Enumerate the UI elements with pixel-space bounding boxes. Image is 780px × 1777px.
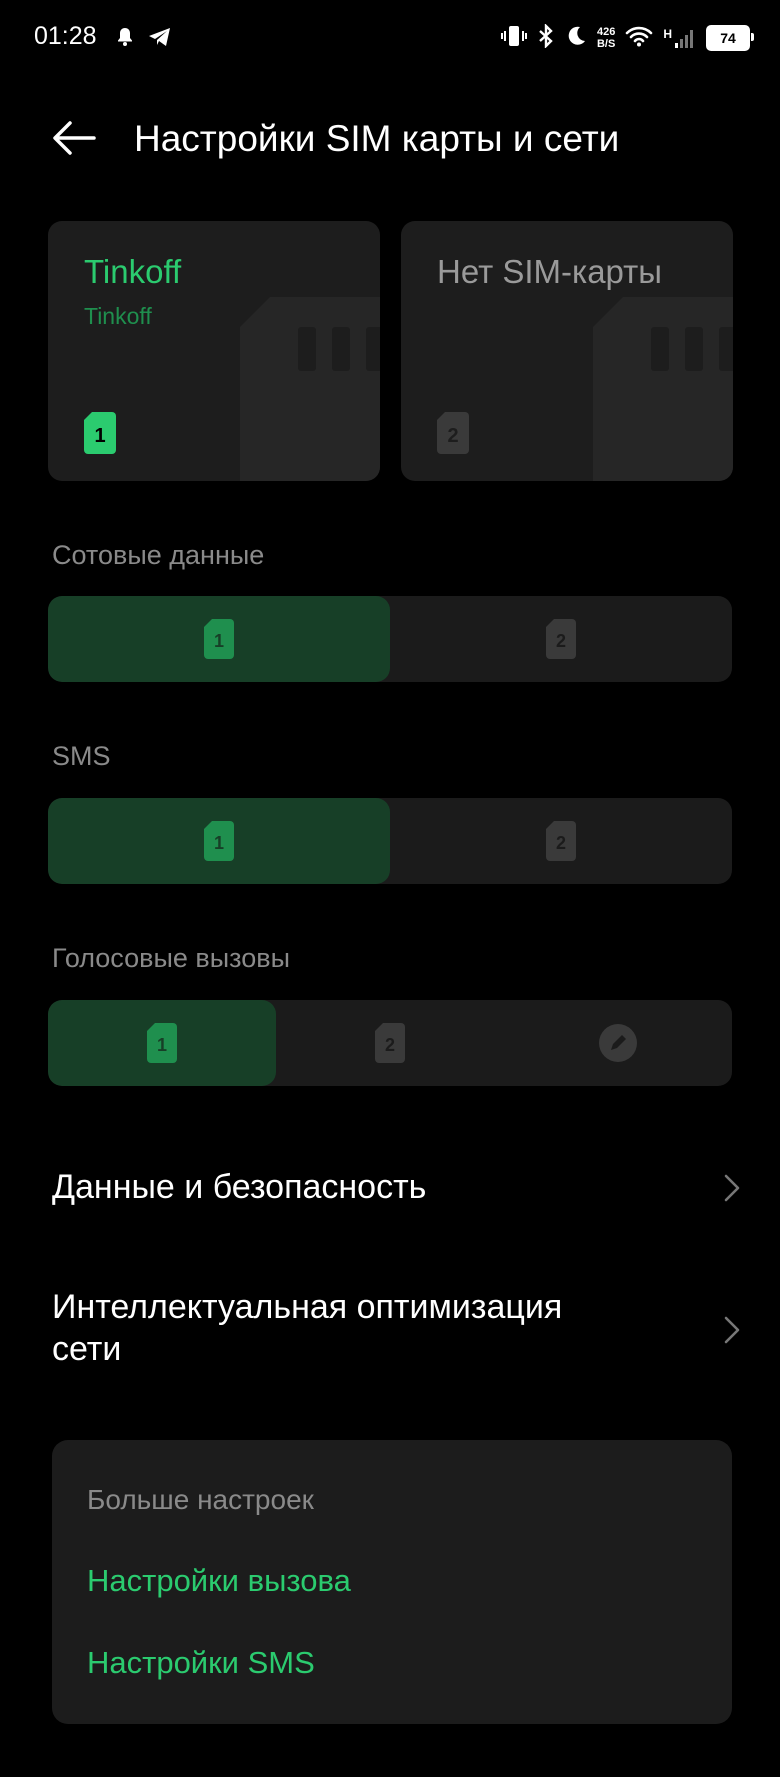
sim-card-watermark-icon — [240, 297, 380, 481]
chevron-right-icon — [724, 1174, 740, 1202]
status-icons: 426 B/S H 74 — [500, 18, 754, 58]
sim-2-label: 2 — [385, 1035, 395, 1055]
sms-sim2-option[interactable]: 2 — [390, 798, 732, 884]
sim-card-2-name: Нет SIM-карты — [437, 253, 663, 290]
call-settings-link[interactable]: Настройки вызова — [87, 1563, 351, 1599]
cell-signal-icon: H — [663, 27, 696, 49]
sms-selector: 1 2 — [48, 798, 732, 884]
sim-card-1-name: Tinkoff — [84, 253, 182, 290]
wifi-icon — [625, 25, 653, 52]
vibrate-icon — [500, 24, 527, 53]
voice-calls-ask-option[interactable] — [504, 1000, 732, 1086]
telegram-icon — [148, 27, 172, 52]
sim-2-icon: 2 — [437, 412, 469, 454]
mobile-data-label: Сотовые данные — [52, 540, 265, 570]
sim-2-icon: 2 — [375, 1023, 405, 1063]
sim-2-icon: 2 — [546, 821, 576, 861]
sms-sim1-option[interactable]: 1 — [48, 798, 390, 884]
sim-1-slot-label: 1 — [94, 425, 105, 447]
data-security-row[interactable]: Данные и безопасность — [52, 1166, 742, 1226]
moon-icon — [565, 25, 587, 52]
sms-settings-link[interactable]: Настройки SMS — [87, 1645, 315, 1681]
network-speed-unit: B/S — [596, 38, 616, 50]
voice-calls-selector: 1 2 — [48, 1000, 732, 1086]
sim-1-label: 1 — [214, 833, 224, 853]
battery-level: 74 — [720, 30, 736, 46]
sim-1-icon: 1 — [147, 1023, 177, 1063]
sim-1-label: 1 — [214, 631, 224, 651]
more-settings-panel: Больше настроек Настройки вызова Настрой… — [52, 1440, 732, 1724]
sim-card-1-operator: Tinkoff — [84, 303, 152, 329]
voice-calls-sim1-option[interactable]: 1 — [48, 1000, 276, 1086]
battery-indicator: 74 — [706, 25, 754, 51]
data-security-label: Данные и безопасность — [52, 1168, 427, 1206]
back-button[interactable] — [50, 118, 98, 158]
sim-1-icon: 1 — [204, 821, 234, 861]
voice-calls-sim2-option[interactable]: 2 — [276, 1000, 504, 1086]
more-settings-title: Больше настроек — [87, 1484, 314, 1515]
sim-1-icon: 1 — [84, 412, 116, 454]
chevron-right-icon — [724, 1316, 740, 1344]
voice-calls-label: Голосовые вызовы — [52, 943, 290, 973]
network-type: H — [663, 27, 672, 41]
sim-1-label: 1 — [157, 1035, 167, 1055]
sms-label: SMS — [52, 741, 111, 771]
smart-network-label-line1: Интеллектуальная оптимизация — [52, 1288, 563, 1326]
arrow-left-icon — [53, 121, 96, 155]
network-speed: 426 B/S — [597, 26, 615, 50]
sim-2-icon: 2 — [546, 619, 576, 659]
sim-card-watermark-icon — [593, 297, 733, 481]
sim-2-label: 2 — [556, 833, 566, 853]
smart-network-row[interactable]: Интеллектуальная оптимизация сети — [52, 1286, 742, 1378]
bluetooth-icon — [537, 22, 555, 53]
sim-card-2[interactable]: Нет SIM-карты 2 — [401, 221, 733, 481]
pencil-circle-icon — [599, 1024, 637, 1062]
mobile-data-sim2-option[interactable]: 2 — [390, 596, 732, 682]
mobile-data-sim1-option[interactable]: 1 — [48, 596, 390, 682]
sim-1-icon: 1 — [204, 619, 234, 659]
network-speed-value: 426 — [596, 26, 616, 38]
status-time: 01:28 — [34, 22, 97, 50]
sim-2-label: 2 — [556, 631, 566, 651]
page-title: Настройки SIM карты и сети — [134, 118, 620, 159]
bell-icon — [116, 27, 134, 52]
sim-2-slot-label: 2 — [447, 425, 458, 447]
smart-network-label-line2: сети — [52, 1330, 122, 1368]
sim-card-1[interactable]: Tinkoff Tinkoff 1 — [48, 221, 380, 481]
mobile-data-selector: 1 2 — [48, 596, 732, 682]
